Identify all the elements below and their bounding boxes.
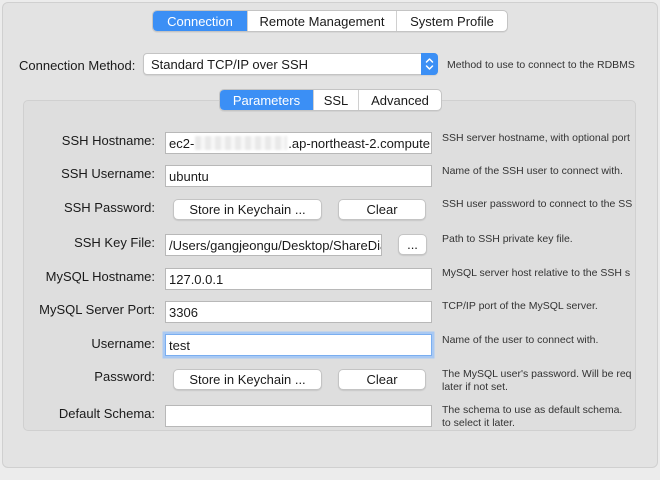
ssh-hostname-label: SSH Hostname: — [61, 133, 155, 148]
ssh-hostname-hint: SSH server hostname, with optional port — [442, 132, 630, 144]
ssh-hostname-field[interactable]: ec2- .ap-northeast-2.compute — [165, 132, 432, 154]
password-hint-line2: later if not set. — [442, 381, 508, 393]
username-label: Username: — [91, 336, 155, 351]
ssh-hostname-prefix: ec2- — [169, 135, 195, 151]
mysql-clear-password-button[interactable]: Clear — [338, 369, 426, 390]
default-schema-hint-line2: to select it later. — [442, 417, 515, 426]
redacted-hostname-segment — [195, 136, 288, 150]
mysql-port-hint: TCP/IP port of the MySQL server. — [442, 300, 598, 312]
ssh-key-file-field[interactable]: /Users/gangjeongu/Desktop/ShareDia — [165, 234, 382, 256]
ssh-username-hint: Name of the SSH user to connect with. — [442, 165, 623, 177]
mysql-hostname-label: MySQL Hostname: — [45, 269, 155, 284]
connection-method-select[interactable]: Standard TCP/IP over SSH — [143, 53, 438, 75]
tab-remote-management[interactable]: Remote Management — [247, 11, 396, 31]
default-schema-label: Default Schema: — [58, 406, 155, 421]
connection-method-label: Connection Method: — [19, 58, 136, 73]
ssh-clear-password-button[interactable]: Clear — [338, 199, 426, 220]
inner-tab-bar: Parameters SSL Advanced — [219, 89, 442, 111]
mysql-hostname-field[interactable]: 127.0.0.1 — [165, 268, 432, 290]
username-field[interactable]: test — [165, 334, 432, 356]
top-tab-bar: Connection Remote Management System Prof… — [152, 10, 508, 32]
connection-method-value: Standard TCP/IP over SSH — [151, 56, 309, 72]
tab-parameters[interactable]: Parameters — [220, 90, 313, 110]
ssh-hostname-suffix: .ap-northeast-2.compute — [288, 135, 430, 151]
default-schema-field[interactable] — [165, 405, 432, 427]
ssh-key-file-label: SSH Key File: — [74, 235, 155, 250]
ssh-password-label: SSH Password: — [63, 200, 155, 215]
mysql-store-keychain-button[interactable]: Store in Keychain ... — [173, 369, 322, 390]
tab-advanced[interactable]: Advanced — [358, 90, 441, 110]
ssh-username-field[interactable]: ubuntu — [165, 165, 432, 187]
ssh-store-keychain-button[interactable]: Store in Keychain ... — [173, 199, 322, 220]
mysql-hostname-hint: MySQL server host relative to the SSH s — [442, 267, 631, 279]
connection-method-hint: Method to use to connect to the RDBMS — [447, 59, 635, 71]
tab-connection[interactable]: Connection — [153, 11, 247, 31]
default-schema-hint-line1: The schema to use as default schema. — [442, 404, 623, 416]
password-hint-line1: The MySQL user's password. Will be req — [442, 368, 632, 380]
ssh-password-hint: SSH user password to connect to the SSH — [442, 198, 632, 210]
tab-ssl[interactable]: SSL — [313, 90, 358, 110]
password-label: Password: — [94, 369, 155, 384]
username-hint: Name of the user to connect with. — [442, 334, 599, 346]
ssh-key-file-browse-button[interactable]: ... — [398, 234, 427, 255]
select-arrows-icon — [421, 53, 438, 75]
mysql-port-label: MySQL Server Port: — [39, 302, 155, 317]
mysql-port-field[interactable]: 3306 — [165, 301, 432, 323]
tab-system-profile[interactable]: System Profile — [396, 11, 507, 31]
ssh-key-file-hint: Path to SSH private key file. — [442, 233, 573, 245]
ssh-username-label: SSH Username: — [61, 166, 155, 181]
